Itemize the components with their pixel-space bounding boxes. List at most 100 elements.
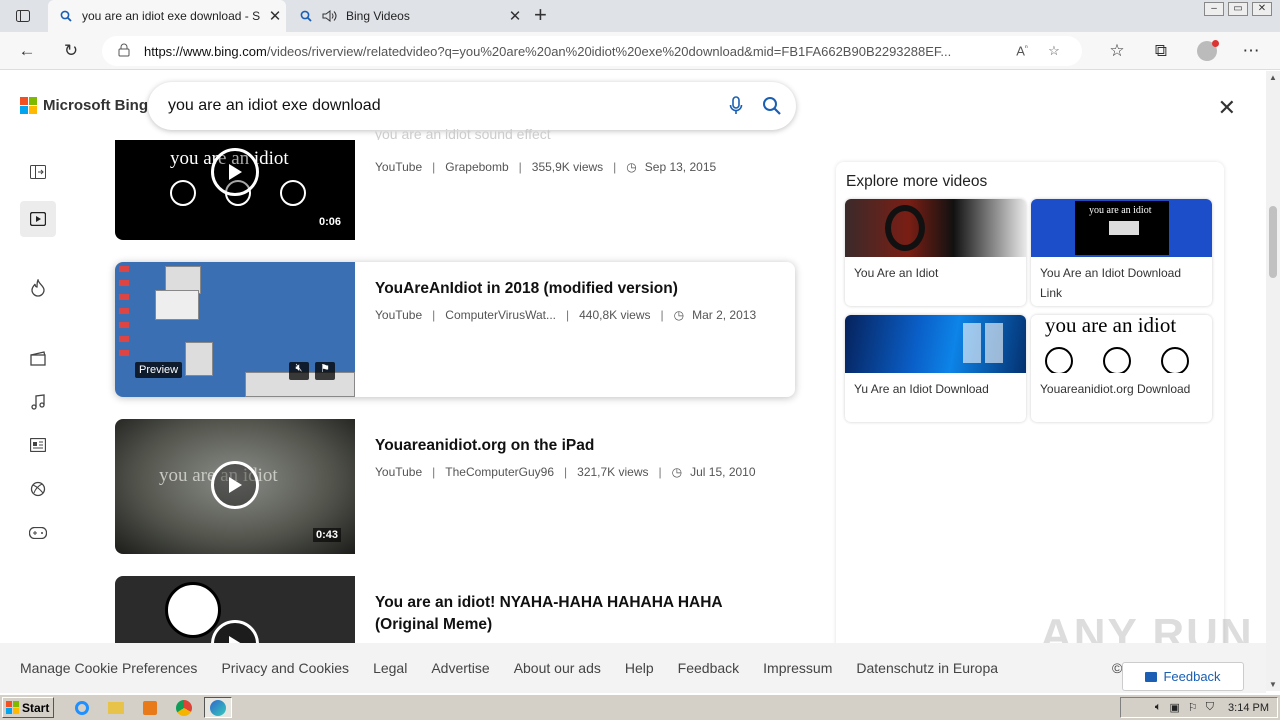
- footer-link-help[interactable]: Help: [625, 660, 654, 676]
- video-duration: 0:06: [318, 216, 341, 228]
- play-icon[interactable]: [211, 620, 259, 643]
- scroll-up-icon[interactable]: ▲: [1269, 73, 1277, 82]
- videos-icon[interactable]: [20, 201, 56, 237]
- footer-link-feedback[interactable]: Feedback: [678, 660, 739, 676]
- new-tab-button[interactable]: +: [534, 4, 547, 26]
- footer-link-privacy[interactable]: Privacy and Cookies: [221, 660, 349, 676]
- copyright-text: ©: [1112, 660, 1123, 676]
- video-channel[interactable]: TheComputerGuy96: [445, 465, 554, 479]
- video-views: 440,8K views: [579, 308, 651, 322]
- tab-bing-videos[interactable]: Bing Videos ✕: [288, 0, 526, 32]
- folder-icon[interactable]: [102, 697, 130, 718]
- page-scrollbar[interactable]: ▲ ▼: [1266, 71, 1280, 691]
- close-window-button[interactable]: ✕: [1252, 2, 1272, 16]
- system-tray: 🔈︎ ▣ ⚐ ⛉ 3:14 PM: [1120, 697, 1278, 718]
- mute-icon[interactable]: 🔇︎: [289, 362, 309, 380]
- profile-button[interactable]: [1194, 39, 1220, 63]
- tab-actions-button[interactable]: [10, 6, 36, 26]
- video-title[interactable]: YouAreAnIdiot in 2018 (modified version): [375, 278, 785, 300]
- feedback-label: Feedback: [1163, 669, 1221, 684]
- search-icon: [58, 10, 74, 22]
- footer-link-advertise[interactable]: Advertise: [431, 660, 489, 676]
- media-player-icon[interactable]: [136, 697, 164, 718]
- video-channel[interactable]: Grapebomb: [445, 160, 508, 174]
- flag-icon[interactable]: ⚑: [315, 362, 335, 380]
- collapse-panel-icon[interactable]: [20, 154, 56, 190]
- sports-ball-icon[interactable]: [20, 471, 56, 507]
- network-icon[interactable]: ▣: [1170, 701, 1180, 714]
- video-thumbnail[interactable]: Preview 🔇︎ ⚑: [115, 262, 355, 397]
- video-card[interactable]: You are an idiot! NYAHA-HAHA HAHAHA HAHA…: [115, 576, 795, 643]
- close-tab-icon[interactable]: ✕: [264, 7, 286, 25]
- video-meta: YouTube | Grapebomb | 355,9K views | ◷ Sep …: [375, 160, 717, 174]
- microphone-icon[interactable]: [718, 96, 754, 116]
- minimize-button[interactable]: –: [1204, 2, 1224, 16]
- smiley-icon: [1045, 347, 1189, 373]
- close-icon[interactable]: ✕: [1218, 95, 1236, 121]
- chrome-icon[interactable]: [170, 697, 198, 718]
- refresh-button[interactable]: ↻: [58, 39, 84, 63]
- video-card[interactable]: you are an idiot 0:06 YouTube | Grapebomb…: [115, 140, 795, 240]
- footer-link-legal[interactable]: Legal: [373, 660, 407, 676]
- video-date: Sep 13, 2015: [644, 160, 717, 174]
- scroll-down-icon[interactable]: ▼: [1269, 680, 1277, 689]
- video-title[interactable]: Youareanidiot.org on the iPad: [375, 435, 785, 457]
- window-controls: – ▭ ✕: [1204, 2, 1272, 16]
- video-thumbnail[interactable]: you are an idiot 0:43: [115, 419, 355, 554]
- quick-launch: [68, 697, 232, 718]
- play-icon[interactable]: [211, 148, 259, 196]
- shield-tray-icon[interactable]: ⛉: [1206, 701, 1214, 714]
- maximize-button[interactable]: ▭: [1228, 2, 1248, 16]
- video-channel[interactable]: ComputerVirusWat...: [445, 308, 556, 322]
- feedback-button[interactable]: Feedback: [1122, 662, 1244, 691]
- search-icon[interactable]: [754, 96, 790, 116]
- search-input[interactable]: you are an idiot exe download: [148, 82, 796, 130]
- tab-search-results[interactable]: you are an idiot exe download - S ✕: [48, 0, 286, 32]
- explore-card[interactable]: You Are an Idiot: [845, 199, 1026, 306]
- address-bar[interactable]: https://www.bing.com/videos/riverview/re…: [102, 36, 1082, 66]
- explore-card[interactable]: Yu Are an Idiot Download: [845, 315, 1026, 422]
- video-source: YouTube: [375, 160, 423, 174]
- collections-button[interactable]: ⧉: [1148, 39, 1174, 63]
- explore-thumbnail: [845, 315, 1026, 373]
- music-note-icon[interactable]: [20, 384, 56, 420]
- more-options-button[interactable]: ⋯: [1238, 39, 1264, 63]
- bing-logo[interactable]: Microsoft Bing: [20, 97, 148, 114]
- close-tab-icon[interactable]: ✕: [504, 7, 526, 25]
- movies-clapper-icon[interactable]: [20, 340, 56, 376]
- play-icon[interactable]: [211, 461, 259, 509]
- explore-card[interactable]: you are an idiot You Are an Idiot Downlo…: [1031, 199, 1212, 306]
- footer-link-datenschutz[interactable]: Datenschutz in Europa: [856, 660, 998, 676]
- gaming-controller-icon[interactable]: [20, 515, 56, 551]
- footer-link-impressum[interactable]: Impressum: [763, 660, 832, 676]
- video-duration: 0:43: [312, 528, 341, 542]
- flag-tray-icon[interactable]: ⚐: [1188, 701, 1198, 714]
- scrollbar-thumb[interactable]: [1269, 206, 1277, 278]
- back-button[interactable]: ←: [14, 39, 40, 63]
- volume-icon[interactable]: 🔈︎: [1155, 701, 1162, 714]
- explore-card[interactable]: you are an idiot Youareanidiot.org Downl…: [1031, 315, 1212, 422]
- trending-flame-icon[interactable]: [20, 270, 56, 306]
- search-query: you are an idiot exe download: [168, 97, 381, 114]
- explore-card-label: You Are an Idiot: [854, 266, 939, 280]
- video-thumbnail[interactable]: you are an idiot 0:06: [115, 140, 355, 240]
- internet-explorer-icon[interactable]: [68, 697, 96, 718]
- video-card[interactable]: Preview 🔇︎ ⚑ YouAreAnIdiot in 2018 (modi…: [115, 262, 795, 397]
- favorites-button[interactable]: ☆: [1104, 39, 1130, 63]
- edge-icon[interactable]: [204, 697, 232, 718]
- url-path: /videos/riverview/relatedvideo?q=you%20a…: [266, 43, 952, 59]
- start-button[interactable]: Start: [2, 697, 54, 718]
- video-views: 355,9K views: [531, 160, 604, 174]
- windows-logo-icon: [6, 701, 19, 714]
- footer-link-cookie-preferences[interactable]: Manage Cookie Preferences: [20, 660, 197, 676]
- news-icon[interactable]: [20, 427, 56, 463]
- footer-link-about-ads[interactable]: About our ads: [514, 660, 601, 676]
- desktop-icons-column: [119, 266, 129, 356]
- video-card[interactable]: you are an idiot 0:43 Youareanidiot.org …: [115, 419, 795, 554]
- add-favorite-icon[interactable]: ☆: [1038, 43, 1070, 59]
- video-title[interactable]: You are an idiot! NYAHA-HAHA HAHAHA HAHA…: [375, 592, 785, 636]
- video-thumbnail[interactable]: [115, 576, 355, 643]
- explore-card-label: Yu Are an Idiot Download: [854, 382, 989, 396]
- video-meta: YouTube | TheComputerGuy96 | 321,7K views |…: [375, 465, 756, 479]
- read-aloud-icon[interactable]: Aⁿ: [1006, 43, 1038, 58]
